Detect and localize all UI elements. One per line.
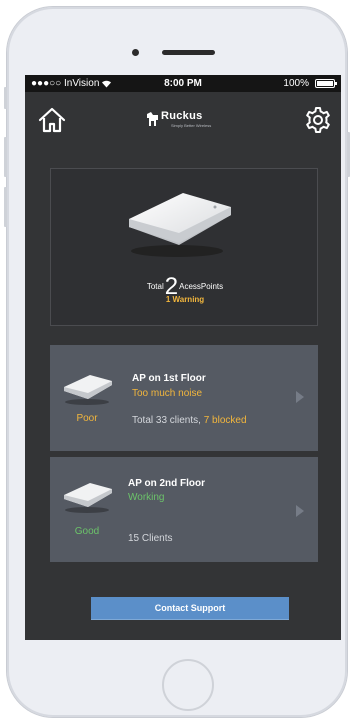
clients-count: Total 33 clients, — [132, 415, 204, 426]
ruckus-logo: Ruckus Simply Better Wireless — [143, 108, 243, 132]
total-suffix: AcessPoints — [179, 282, 224, 291]
access-point-icon — [64, 375, 112, 405]
access-point-card-1st-floor[interactable]: Poor AP on 1st Floor Too much noise Tota… — [50, 345, 318, 451]
brand-tagline: Simply Better Wireless — [171, 123, 212, 128]
volume-down-button — [4, 187, 7, 227]
health-label: Poor — [76, 413, 98, 424]
health-label: Good — [74, 526, 100, 537]
status-bar: ●●●○○ InVision 8:00 PM 100% — [25, 75, 341, 92]
blocked-count: 7 blocked — [203, 415, 247, 426]
ap-clients: Total 33 clients, 7 blocked — [132, 415, 247, 426]
battery-icon — [315, 79, 337, 88]
earpiece-speaker — [162, 50, 215, 55]
power-button — [347, 132, 350, 177]
brand-name: Ruckus — [161, 110, 203, 122]
app-screen: ●●●○○ InVision 8:00 PM 100% Ruckus Simpl… — [25, 75, 341, 640]
ap-title: AP on 2nd Floor — [128, 478, 206, 489]
summary-panel: Total2AcessPoints 1 Warning — [50, 168, 318, 326]
access-point-device-icon — [129, 193, 231, 257]
ap-clients: 15 Clients — [128, 533, 172, 544]
ap-status: Too much noise — [132, 388, 203, 399]
hardware-home-button[interactable] — [162, 659, 214, 711]
dog-logo-icon — [147, 112, 158, 126]
mute-switch — [4, 87, 7, 109]
home-icon[interactable] — [37, 105, 67, 135]
front-camera — [132, 49, 139, 56]
volume-up-button — [4, 137, 7, 177]
clients-count: 15 Clients — [128, 533, 173, 544]
battery-percent: 100% — [283, 78, 309, 89]
access-point-icon — [64, 483, 112, 513]
contact-support-button[interactable]: Contact Support — [91, 597, 289, 620]
warning-count: 1 Warning — [165, 295, 205, 304]
total-prefix: Total — [146, 282, 164, 291]
chevron-right-icon — [296, 505, 304, 517]
ap-title: AP on 1st Floor — [132, 373, 206, 384]
ap-status: Working — [128, 492, 165, 503]
access-point-card-2nd-floor[interactable]: Good AP on 2nd Floor Working 15 Clients — [50, 457, 318, 562]
gear-icon[interactable] — [303, 105, 333, 135]
chevron-right-icon — [296, 391, 304, 403]
